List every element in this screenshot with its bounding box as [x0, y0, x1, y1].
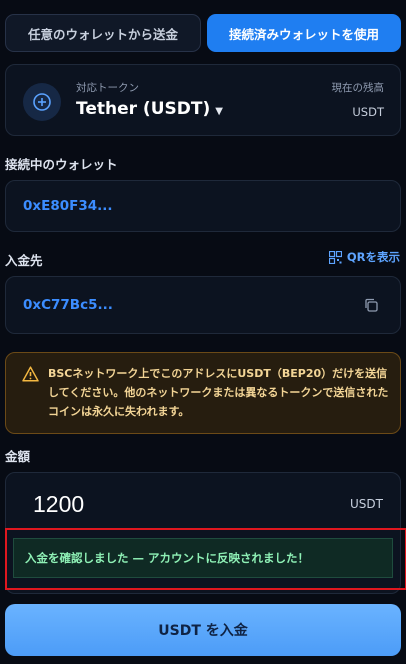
connected-wallet-label: 接続中のウォレット: [5, 157, 118, 172]
balance-label: 現在の残高: [331, 82, 385, 94]
amount-label: 金額: [5, 449, 31, 464]
success-highlight-frame: 入金を確認しました — アカウントに反映されました！: [5, 528, 406, 590]
deposit-address-field: 0xC77Bc5...: [5, 276, 401, 334]
tab-send-from-any-wallet[interactable]: 任意のウォレットから送金: [5, 14, 201, 52]
connected-wallet-address: 0xE80F34...: [23, 198, 113, 214]
amount-unit: USDT: [350, 497, 383, 511]
deposit-usdt-button[interactable]: USDT を入金: [5, 604, 401, 656]
plus-circle-icon: [23, 83, 61, 121]
token-label: 対応トークン: [76, 82, 139, 94]
connected-wallet-field: 0xE80F34...: [5, 180, 401, 232]
deposit-confirmed-banner: 入金を確認しました — アカウントに反映されました！: [13, 538, 393, 578]
deposit-to-label: 入金先: [5, 253, 43, 268]
wallet-mode-tabs: 任意のウォレットから送金 接続済みウォレットを使用: [5, 14, 401, 52]
deposit-address: 0xC77Bc5...: [23, 297, 113, 313]
token-name: Tether (USDT): [76, 99, 211, 119]
deposit-confirmed-message: 入金を確認しました — アカウントに反映されました！: [25, 551, 310, 565]
balance-unit: USDT: [352, 105, 384, 119]
token-dropdown[interactable]: Tether (USDT) ▼: [76, 99, 223, 119]
network-warning: BSCネットワーク上でこのアドレスにUSDT（BEP20）だけを送信してください…: [5, 352, 401, 434]
warning-text: BSCネットワーク上でこのアドレスにUSDT（BEP20）だけを送信してください…: [48, 367, 389, 418]
token-selector-card[interactable]: 対応トークン Tether (USDT) ▼ 現在の残高 USDT: [5, 64, 401, 136]
amount-input[interactable]: 1200: [33, 491, 84, 518]
deposit-button-label: USDT を入金: [158, 623, 248, 639]
show-qr-button[interactable]: QRを表示: [328, 249, 400, 265]
caret-down-icon: ▼: [215, 106, 223, 117]
copy-icon[interactable]: [364, 297, 378, 316]
qr-code-icon: [328, 250, 342, 264]
tab-use-connected-wallet[interactable]: 接続済みウォレットを使用: [207, 14, 401, 52]
warning-triangle-icon: [22, 366, 39, 386]
show-qr-label: QRを表示: [346, 250, 400, 264]
deposit-screen: 任意のウォレットから送金 接続済みウォレットを使用 対応トークン Tether …: [0, 0, 406, 664]
